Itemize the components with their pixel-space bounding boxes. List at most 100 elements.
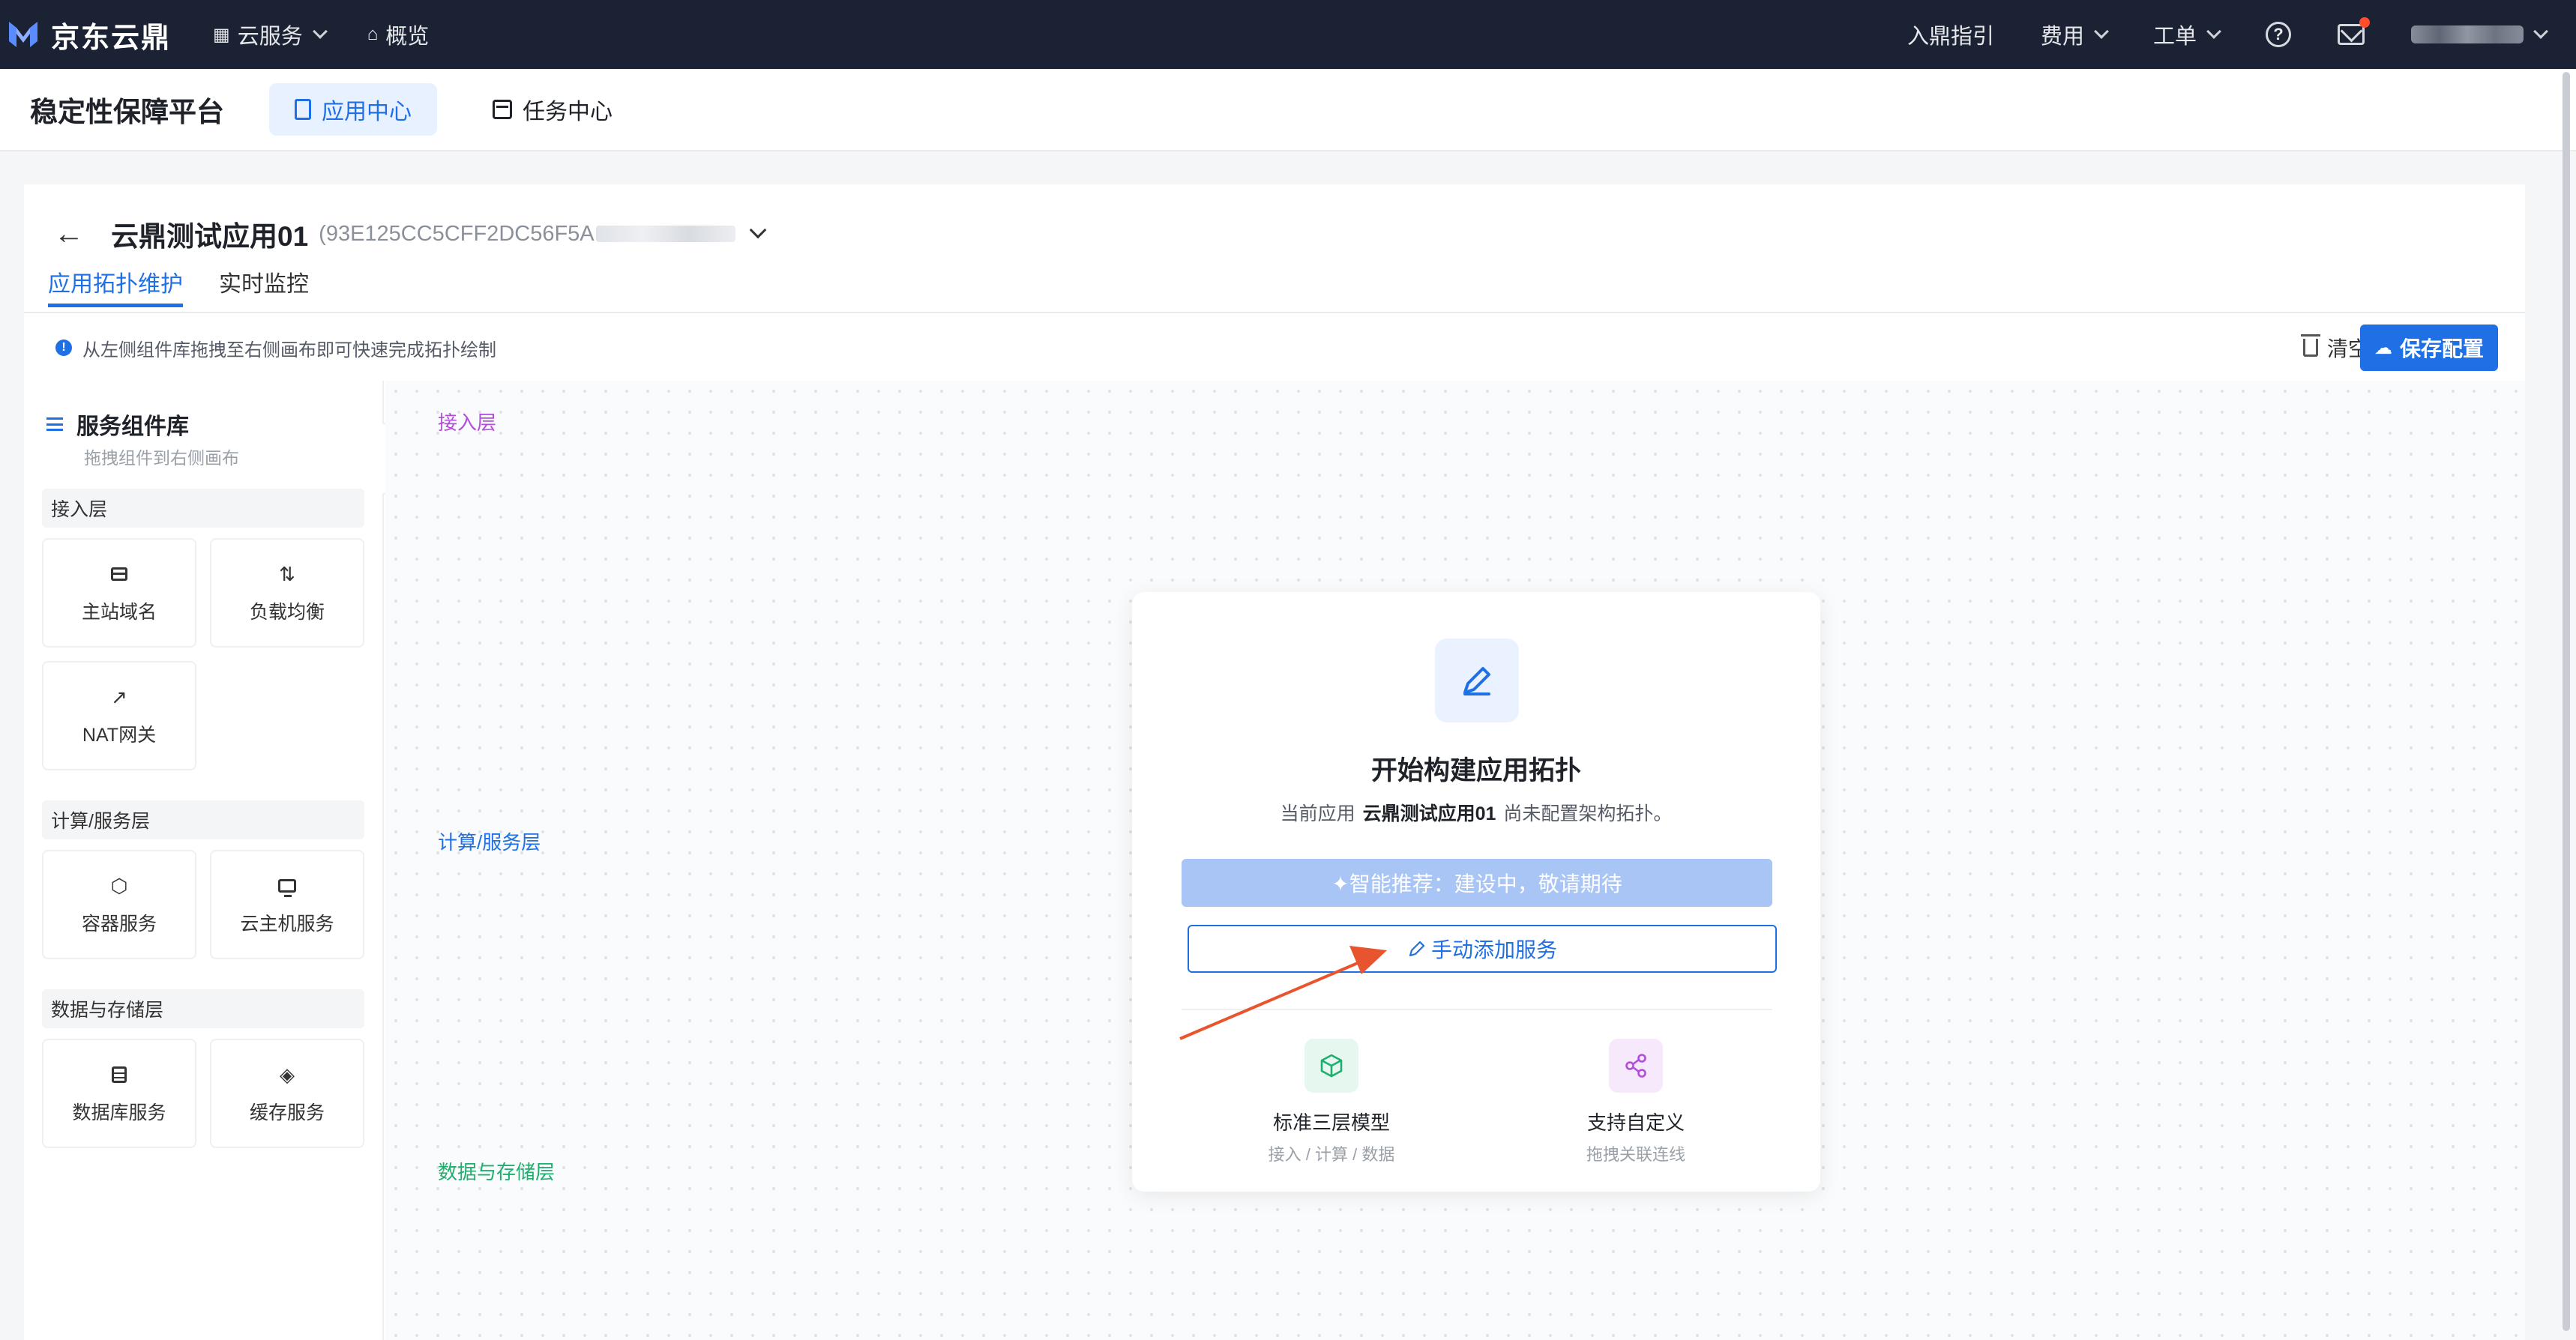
- canvas-layer-compute-label: 计算/服务层: [438, 831, 541, 854]
- component-cache-service[interactable]: ◈ 缓存服务: [210, 1039, 364, 1148]
- external-link-icon: ↗: [111, 685, 127, 708]
- nav-billing[interactable]: 费用: [2040, 19, 2109, 50]
- empty-topology-card: 开始构建应用拓扑 当前应用 云鼎测试应用01 尚未配置架构拓扑。 ✦智能推荐：建设中…: [1132, 592, 1820, 1192]
- feature-custom: 支持自定义 拖拽关联连线: [1523, 1039, 1748, 1165]
- component-label: NAT网关: [82, 725, 157, 746]
- calendar-icon: [493, 100, 512, 119]
- feature-subtitle: 拖拽关联连线: [1586, 1145, 1685, 1164]
- tab-realtime-monitor[interactable]: 实时监控: [219, 265, 309, 307]
- component-library: 服务组件库 拖拽组件到右侧画布 接入层 主站域名 ⇅ 负载均衡 ↗ NAT网关 …: [24, 381, 384, 1340]
- library-subtitle: 拖拽组件到右侧画布: [84, 448, 239, 468]
- document-icon: [295, 99, 311, 120]
- app-id-redacted: [595, 226, 735, 242]
- brand-logo[interactable]: 京东云鼎: [6, 0, 171, 69]
- tab-task-center-label: 任务中心: [523, 100, 613, 124]
- back-arrow-icon[interactable]: ←: [54, 217, 84, 251]
- platform-title: 稳定性保障平台: [30, 97, 224, 127]
- browser-window-icon: [111, 567, 127, 581]
- chevron-down-icon: [312, 24, 328, 39]
- monitor-icon: [278, 879, 296, 897]
- mail-icon: [2338, 17, 2370, 45]
- chevron-down-icon: [2533, 24, 2548, 39]
- cube-icon: [1304, 1039, 1358, 1093]
- help-icon: ?: [2266, 22, 2291, 47]
- component-label: 主站域名: [81, 602, 157, 623]
- menu-icon: [46, 417, 63, 431]
- messages-button[interactable]: [2338, 17, 2370, 45]
- component-load-balancer[interactable]: ⇅ 负载均衡: [210, 538, 364, 648]
- canvas-layer-data-label: 数据与存储层: [438, 1161, 556, 1183]
- tab-app-center-label: 应用中心: [322, 100, 412, 124]
- top-navigation-bar: 京东云鼎 ▦ 云服务 ⌂ 概览 入鼎指引 费用 工单 ?: [0, 0, 2576, 69]
- tab-task-center[interactable]: 任务中心: [467, 83, 638, 136]
- component-label: 缓存服务: [249, 1102, 325, 1123]
- library-title: 服务组件库: [46, 408, 189, 441]
- user-menu[interactable]: [2411, 24, 2548, 43]
- trash-icon: [2300, 334, 2320, 357]
- app-switch-chevron-icon[interactable]: [749, 221, 766, 239]
- smart-recommend-button[interactable]: ✦智能推荐：建设中，敬请期待: [1182, 859, 1772, 907]
- save-config-label: 保存配置: [2399, 337, 2484, 360]
- feature-title: 标准三层模型: [1272, 1111, 1390, 1134]
- component-cloud-host[interactable]: 云主机服务: [210, 850, 364, 959]
- canvas-layer-access-label: 接入层: [438, 411, 497, 434]
- component-label: 容器服务: [81, 914, 157, 935]
- feature-subtitle: 接入 / 计算 / 数据: [1268, 1145, 1395, 1164]
- brand-name: 京东云鼎: [51, 22, 172, 54]
- save-config-button[interactable]: ☁ 保存配置: [2360, 325, 2498, 371]
- desc-suffix: 尚未配置架构拓扑。: [1503, 803, 1673, 824]
- jdcloud-logo-icon: [9, 22, 37, 47]
- clear-button[interactable]: 清空: [2300, 333, 2369, 363]
- nav-cloud-services-label: 云服务: [237, 25, 303, 49]
- page-scrollbar[interactable]: [2563, 72, 2570, 1331]
- unread-dot: [2359, 17, 2370, 28]
- grid-icon: ▦: [213, 24, 230, 45]
- feature-standard-model: 标准三层模型 接入 / 计算 / 数据: [1219, 1039, 1444, 1165]
- nav-ticket[interactable]: 工单: [2152, 19, 2221, 50]
- tabs-divider: [24, 312, 2525, 313]
- desc-prefix: 当前应用: [1280, 803, 1355, 824]
- manual-add-service-label: 手动添加服务: [1430, 938, 1557, 962]
- component-nat-gateway[interactable]: ↗ NAT网关: [42, 661, 196, 770]
- component-database-service[interactable]: 数据库服务: [42, 1039, 196, 1148]
- database-icon: [112, 1066, 127, 1083]
- library-layer-compute: 计算/服务层: [42, 800, 364, 839]
- info-icon: !: [55, 339, 72, 356]
- cube-icon: ⬡: [110, 874, 128, 897]
- library-layer-data: 数据与存储层: [42, 989, 364, 1028]
- component-label: 数据库服务: [72, 1102, 166, 1123]
- chevron-down-icon: [2206, 24, 2221, 39]
- nav-ticket-label: 工单: [2152, 25, 2197, 49]
- toolbar-row: ! 从左侧组件库拖拽至右侧画布即可快速完成拓扑绘制 清空 ☁ 保存配置: [24, 315, 2525, 381]
- library-title-label: 服务组件库: [76, 414, 189, 439]
- help-button[interactable]: ?: [2266, 22, 2291, 47]
- chevron-down-icon: [2094, 24, 2109, 39]
- empty-state-title: 开始构建应用拓扑: [1370, 756, 1581, 785]
- desc-app-name: 云鼎测试应用01: [1362, 803, 1496, 824]
- tab-topology-maintenance[interactable]: 应用拓扑维护: [48, 265, 183, 307]
- share-nodes-icon: [1609, 1039, 1663, 1093]
- library-layer-access: 接入层: [42, 489, 364, 528]
- component-label: 负载均衡: [249, 602, 325, 623]
- nav-cloud-services[interactable]: ▦ 云服务: [213, 19, 328, 50]
- drag-hint: 从左侧组件库拖拽至右侧画布即可快速完成拓扑绘制: [82, 339, 496, 360]
- swap-arrows-icon: ⇅: [279, 562, 295, 585]
- app-name: 云鼎测试应用01: [111, 221, 309, 252]
- component-main-domain[interactable]: 主站域名: [42, 538, 196, 648]
- edit-pen-icon: [1435, 639, 1519, 722]
- nav-overview[interactable]: ⌂ 概览: [367, 19, 430, 50]
- component-label: 云主机服务: [240, 914, 334, 935]
- manual-add-service-button[interactable]: 手动添加服务: [1188, 925, 1777, 973]
- card-divider: [1182, 1009, 1772, 1010]
- nav-guide-label: 入鼎指引: [1907, 25, 1994, 49]
- app-id: (93E125CC5CFF2DC56F5A: [319, 221, 595, 246]
- nav-guide[interactable]: 入鼎指引: [1907, 19, 1994, 50]
- username-redacted: [2411, 25, 2524, 43]
- tab-app-center[interactable]: 应用中心: [269, 83, 437, 136]
- cloud-upload-icon: ☁: [2374, 337, 2392, 358]
- nav-billing-label: 费用: [2040, 25, 2084, 49]
- platform-header: 稳定性保障平台 应用中心 任务中心: [0, 69, 2576, 151]
- feature-title: 支持自定义: [1586, 1111, 1685, 1134]
- component-container-service[interactable]: ⬡ 容器服务: [42, 850, 196, 959]
- empty-state-description: 当前应用 云鼎测试应用01 尚未配置架构拓扑。: [1132, 799, 1820, 826]
